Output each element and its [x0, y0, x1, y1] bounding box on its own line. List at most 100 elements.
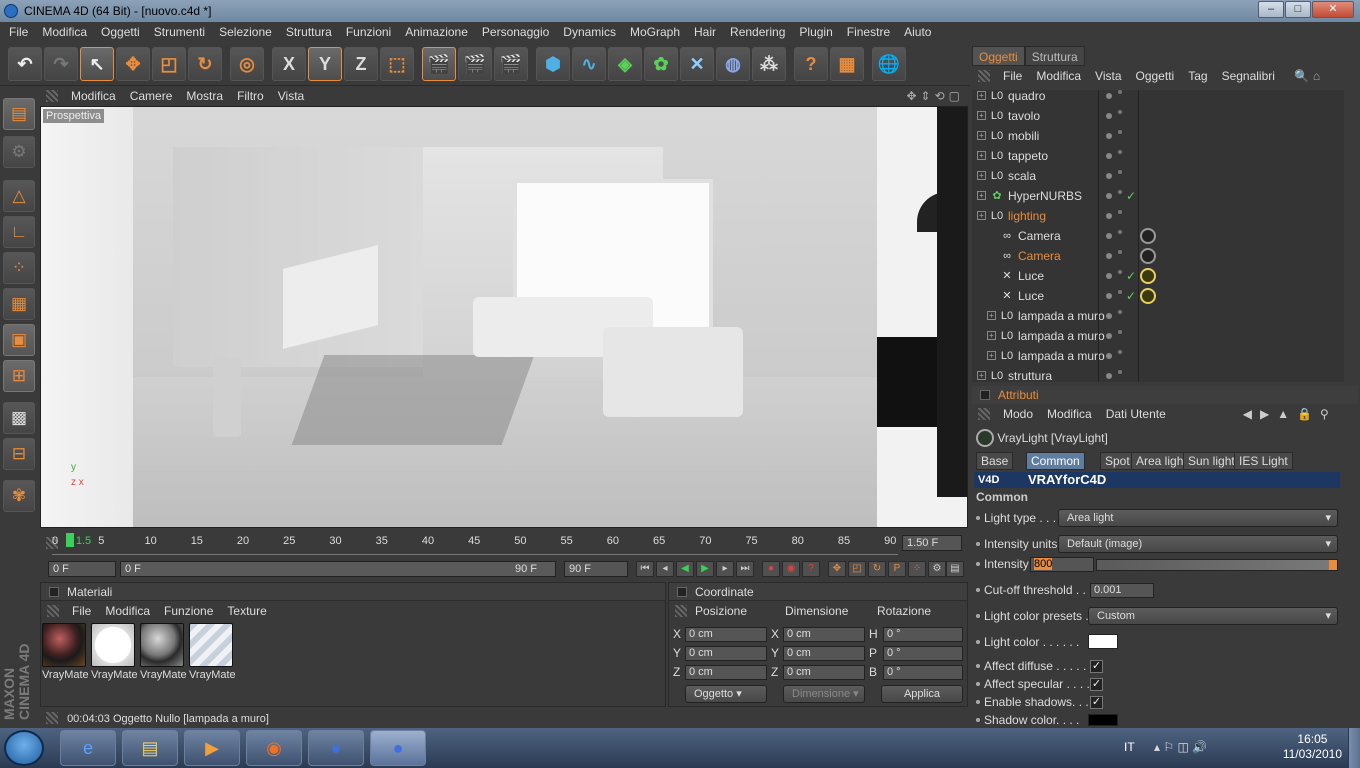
visibility-dot[interactable]: [1106, 113, 1112, 119]
visibility-dot[interactable]: [1106, 293, 1112, 299]
language-indicator[interactable]: IT: [1124, 740, 1135, 754]
key-pla-icon[interactable]: ⁘: [908, 561, 926, 577]
snap-icon[interactable]: ✾: [3, 480, 35, 512]
points-mode-icon[interactable]: ⁘: [3, 252, 35, 284]
visibility-dot[interactable]: [1106, 253, 1112, 259]
rotate-icon[interactable]: ↻: [188, 47, 222, 81]
move-cursor-icon[interactable]: ↖: [80, 47, 114, 81]
vraylight-tag-icon[interactable]: [1140, 288, 1156, 304]
undo-icon[interactable]: ↶: [8, 47, 42, 81]
position-x-field[interactable]: 0 cm: [685, 627, 767, 642]
camera-tag-icon[interactable]: [1140, 228, 1156, 244]
media-player-icon[interactable]: ▶: [184, 730, 240, 766]
object-row[interactable]: + L0 lampada a muro: [972, 306, 1344, 326]
menu-personaggio[interactable]: Personaggio: [475, 22, 556, 42]
uv-mode-icon[interactable]: ⊞: [3, 360, 35, 392]
menu-file[interactable]: File: [2, 22, 35, 42]
internet-explorer-icon[interactable]: e: [60, 730, 116, 766]
workplane-icon[interactable]: ⊟: [3, 438, 35, 470]
visibility-dot[interactable]: [1106, 313, 1112, 319]
scale-icon[interactable]: ◰: [152, 47, 186, 81]
color-presets-dropdown[interactable]: Custom ▾: [1088, 607, 1338, 625]
menu-hair[interactable]: Hair: [687, 22, 723, 42]
attr-menu-modifica[interactable]: Modifica: [1040, 404, 1099, 424]
object-row[interactable]: + L0 scala: [972, 166, 1344, 186]
y-axis-button[interactable]: Y: [308, 47, 342, 81]
menu-plugin[interactable]: Plugin: [792, 22, 839, 42]
cube-icon[interactable]: ⬢: [536, 47, 570, 81]
render-dot[interactable]: [1118, 230, 1122, 234]
vraylight-tag-icon[interactable]: [1140, 268, 1156, 284]
play-icon[interactable]: ▶: [696, 561, 714, 577]
frame-range-slider[interactable]: 0 F 90 F: [120, 561, 556, 577]
cutoff-field[interactable]: 0.001: [1090, 583, 1154, 598]
intensity-slider-handle[interactable]: [1329, 560, 1337, 570]
om-menu-modifica[interactable]: Modifica: [1029, 66, 1088, 86]
keyframe-help-icon[interactable]: ?: [802, 561, 820, 577]
render-dot[interactable]: [1118, 110, 1122, 114]
menu-struttura[interactable]: Struttura: [279, 22, 339, 42]
expand-icon[interactable]: +: [977, 171, 986, 180]
om-menu-vista[interactable]: Vista: [1088, 66, 1128, 86]
object-row[interactable]: + ✿ HyperNURBS ✓: [972, 186, 1344, 206]
render-settings-icon[interactable]: 🎬: [494, 47, 528, 81]
tab-sun-light[interactable]: Sun light: [1183, 452, 1240, 470]
tab-common[interactable]: Common: [1026, 452, 1085, 470]
record-icon[interactable]: ●: [762, 561, 780, 577]
light-color-swatch[interactable]: [1088, 634, 1118, 649]
visibility-dot[interactable]: [1106, 353, 1112, 359]
apply-button[interactable]: Applica: [881, 685, 963, 703]
size-y-field[interactable]: 0 cm: [783, 646, 865, 661]
menu-aiuto[interactable]: Aiuto: [897, 22, 938, 42]
vp-menu-filtro[interactable]: Filtro: [230, 89, 271, 103]
3d-viewport[interactable]: Prospettiva y z x: [40, 106, 968, 528]
object-row[interactable]: ✕ Luce ✓: [972, 266, 1344, 286]
expand-icon[interactable]: +: [977, 91, 986, 100]
object-row[interactable]: + L0 tavolo: [972, 106, 1344, 126]
rotation-h-field[interactable]: 0 °: [883, 627, 963, 642]
playhead[interactable]: [66, 533, 74, 547]
mat-menu-funzione[interactable]: Funzione: [157, 601, 220, 621]
vp-menu-modifica[interactable]: Modifica: [64, 89, 123, 103]
affect-diffuse-checkbox[interactable]: ✓: [1090, 660, 1103, 673]
key-options-icon[interactable]: ⚙: [928, 561, 946, 577]
expand-icon[interactable]: +: [977, 191, 986, 200]
next-frame-icon[interactable]: ▸: [716, 561, 734, 577]
render-dot[interactable]: [1118, 370, 1122, 374]
tab-base[interactable]: Base: [976, 452, 1014, 470]
visibility-dot[interactable]: [1106, 333, 1112, 339]
prev-frame-icon[interactable]: ◂: [656, 561, 674, 577]
z-axis-button[interactable]: Z: [344, 47, 378, 81]
help-icon[interactable]: ?: [794, 47, 828, 81]
object-row[interactable]: + L0 struttura: [972, 366, 1344, 382]
live-select-icon[interactable]: ◎: [230, 47, 264, 81]
tab-ies-light[interactable]: IES Light: [1234, 452, 1293, 470]
om-menu-tag[interactable]: Tag: [1181, 66, 1214, 86]
particles-icon[interactable]: ⁂: [752, 47, 786, 81]
current-frame-field[interactable]: 1.50 F: [902, 535, 962, 551]
coords-size-dropdown[interactable]: Dimensione ▾: [783, 685, 865, 703]
world-coord-icon[interactable]: ⬚: [380, 47, 414, 81]
texture-mode-icon[interactable]: ▩: [3, 402, 35, 434]
timeline-ruler[interactable]: 0 1.5 5 10 15 20 25 30 35 40 45 50 55 60 65 70 75 80 85 90: [52, 531, 898, 555]
vp-menu-camere[interactable]: Camere: [123, 89, 180, 103]
expand-icon[interactable]: +: [977, 111, 986, 120]
key-param-icon[interactable]: P: [888, 561, 906, 577]
show-desktop-button[interactable]: [1348, 728, 1360, 768]
array-icon[interactable]: ✿: [644, 47, 678, 81]
menu-modifica[interactable]: Modifica: [35, 22, 94, 42]
enabled-check-icon[interactable]: ✓: [1126, 286, 1136, 306]
mat-menu-file[interactable]: File: [65, 601, 98, 621]
render-dot[interactable]: [1118, 150, 1122, 154]
render-dot[interactable]: [1118, 290, 1122, 294]
spline-icon[interactable]: ∿: [572, 47, 606, 81]
redo-icon[interactable]: ↷: [44, 47, 78, 81]
expand-icon[interactable]: +: [987, 331, 996, 340]
cinema4d-taskbar-icon[interactable]: ●: [308, 730, 364, 766]
object-mode-icon[interactable]: △: [3, 180, 35, 212]
rotation-p-field[interactable]: 0 °: [883, 646, 963, 661]
render-dot[interactable]: [1118, 90, 1122, 94]
size-z-field[interactable]: 0 cm: [783, 665, 865, 680]
light-type-dropdown[interactable]: Area light ▾: [1058, 509, 1338, 527]
render-dot[interactable]: [1118, 190, 1122, 194]
